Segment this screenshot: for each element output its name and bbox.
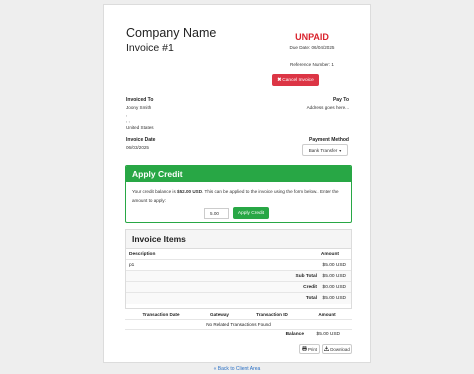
payment-method-label: Payment Method xyxy=(308,137,349,143)
total-value: $5.00 USD xyxy=(322,296,346,301)
company-name: Company Name xyxy=(126,26,217,40)
total-label: Total xyxy=(305,296,317,301)
transactions-empty-row: No Related Transactions Found xyxy=(125,320,352,330)
cancel-invoice-button[interactable]: ✖ Cancel Invoice xyxy=(272,74,319,86)
credit-label: Credit xyxy=(303,284,317,290)
invoice-items-title: Invoice Items xyxy=(126,230,351,249)
transaction-date-header: Transaction Date xyxy=(142,312,180,317)
reference-number: Reference Number: 1 xyxy=(290,62,334,67)
transaction-id-header: Transaction ID xyxy=(256,312,288,317)
invoice-items-panel: Invoice Items Description Amount p1 $5.0… xyxy=(125,229,352,309)
invoice-paper: Company Name Invoice #1 UNPAID Due Date:… xyxy=(103,4,371,363)
credit-value: $0.00 USD xyxy=(322,284,346,290)
item-amount: $5.00 USD xyxy=(322,262,346,268)
balance-value: $5.00 USD xyxy=(316,332,340,337)
credit-text-before: Your credit balance is xyxy=(132,189,178,194)
balance-label: Balance xyxy=(285,332,304,337)
invoiced-to-name: Joony Smith xyxy=(126,105,152,110)
description-header: Description xyxy=(129,251,156,257)
credit-balance: $52.00 USD xyxy=(177,189,203,194)
credit-row: Credit $0.00 USD xyxy=(126,282,351,293)
item-description: p1 xyxy=(129,262,135,268)
pay-to-address: Address goes here... xyxy=(306,105,349,110)
due-date: Due Date: 06/04/2025 xyxy=(289,45,335,50)
printer-icon xyxy=(302,346,307,352)
pay-to-label: Pay To xyxy=(332,97,349,103)
apply-credit-title: Apply Credit xyxy=(126,166,351,182)
invoiced-to-country: United States xyxy=(126,125,154,130)
status-badge: UNPAID xyxy=(295,32,329,42)
print-button[interactable]: Print xyxy=(299,344,320,354)
invoice-date: 06/03/2025 xyxy=(126,145,149,150)
subtotal-row: Sub Total $5.00 USD xyxy=(126,271,351,282)
download-icon xyxy=(324,346,330,352)
gateway-header: Gateway xyxy=(210,312,229,317)
credit-amount-input[interactable]: 5.00 xyxy=(204,208,229,219)
invoice-number: Invoice #1 xyxy=(126,42,174,54)
back-to-client-area-link[interactable]: « Back to Client Area xyxy=(0,366,474,372)
print-label: Print xyxy=(307,346,318,352)
total-row: Total $5.00 USD xyxy=(126,293,351,304)
amount-header: Amount xyxy=(320,251,339,257)
payment-method-value: Bank Transfer xyxy=(308,147,338,153)
invoiced-to-address-line: , , xyxy=(126,118,130,123)
subtotal-value: $5.00 USD xyxy=(322,273,346,279)
cancel-invoice-label: Cancel Invoice xyxy=(282,77,314,83)
balance-row: Balance $5.00 USD xyxy=(125,330,352,340)
download-button[interactable]: Download xyxy=(322,344,352,354)
no-transactions-text: No Related Transactions Found xyxy=(206,322,271,327)
invoiced-to-address-line: , xyxy=(126,112,128,117)
apply-credit-text: Your credit balance is $52.00 USD. This … xyxy=(126,182,351,210)
transactions-header-row: Transaction Date Gateway Transaction ID … xyxy=(125,310,352,320)
download-label: Download xyxy=(330,346,350,352)
table-row: p1 $5.00 USD xyxy=(126,260,351,271)
apply-credit-button[interactable]: Apply Credit xyxy=(233,207,269,219)
subtotal-label: Sub Total xyxy=(295,273,318,279)
invoiced-to-label: Invoiced To xyxy=(126,97,154,103)
transaction-amount-header: Amount xyxy=(318,312,336,317)
chevron-down-icon: ▾ xyxy=(339,147,342,153)
payment-method-select[interactable]: Bank Transfer ▾ xyxy=(302,144,348,156)
items-header-row: Description Amount xyxy=(126,249,351,260)
close-icon: ✖ xyxy=(277,77,282,83)
invoice-date-label: Invoice Date xyxy=(126,137,156,143)
transactions-table: Transaction Date Gateway Transaction ID … xyxy=(125,310,352,340)
